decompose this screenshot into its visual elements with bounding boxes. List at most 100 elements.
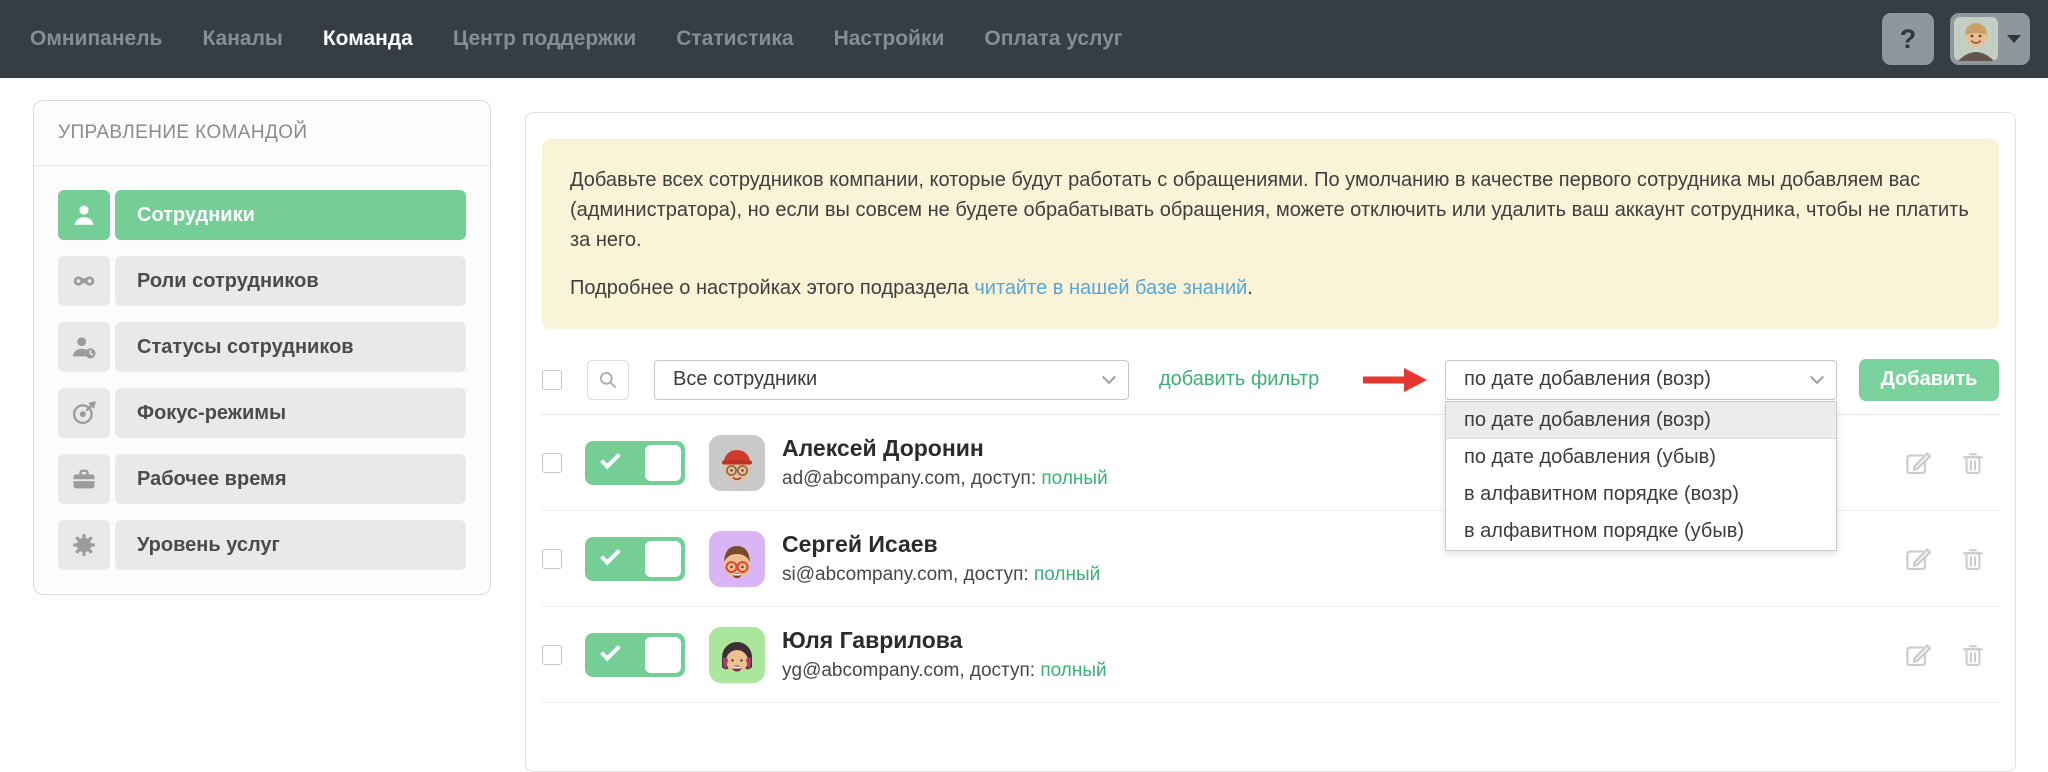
employee-row: Юля Гаврилова yg@abcompany.com, доступ: … bbox=[542, 607, 1999, 703]
chevron-down-icon bbox=[1810, 370, 1824, 384]
list-toolbar: Все сотрудники добавить фильтр по дате д… bbox=[542, 345, 1999, 415]
employees-panel: Добавьте всех сотрудников компании, кото… bbox=[525, 112, 2016, 772]
person-clock-icon bbox=[58, 322, 110, 372]
employee-info: Юля Гаврилова yg@abcompany.com, доступ: … bbox=[782, 627, 1107, 682]
employee-email: si@abcompany.com, доступ: bbox=[782, 564, 1029, 585]
toggle-knob bbox=[645, 637, 681, 673]
sidebar-item-roles[interactable]: Роли сотрудников bbox=[58, 256, 466, 306]
nav-item-channels[interactable]: Каналы bbox=[202, 27, 282, 51]
chevron-down-icon bbox=[1102, 370, 1116, 384]
edit-icon bbox=[1903, 640, 1933, 670]
person-icon bbox=[58, 190, 110, 240]
employee-enabled-toggle[interactable] bbox=[585, 633, 685, 677]
search-button[interactable] bbox=[587, 360, 629, 400]
check-icon bbox=[600, 640, 621, 661]
help-button[interactable]: ? bbox=[1882, 13, 1934, 65]
user-menu[interactable] bbox=[1950, 13, 2030, 65]
search-icon bbox=[598, 370, 618, 390]
edit-icon bbox=[1903, 448, 1933, 478]
sort-select-wrap: по дате добавления (возр) по дате добавл… bbox=[1445, 360, 1837, 400]
sort-select-value: по дате добавления (возр) bbox=[1464, 368, 1711, 391]
user-avatar bbox=[1954, 17, 1998, 61]
trash-icon bbox=[1959, 545, 1987, 573]
row-actions bbox=[1903, 640, 1999, 670]
staff-filter-value: Все сотрудники bbox=[673, 368, 817, 391]
mask-icon bbox=[58, 256, 110, 306]
question-icon: ? bbox=[1900, 24, 1917, 55]
edit-icon bbox=[1903, 544, 1933, 574]
edit-button[interactable] bbox=[1903, 448, 1933, 478]
notice-link-prefix: Подробнее о настройках этого подраздела bbox=[570, 277, 974, 299]
sort-option-date-desc[interactable]: по дате добавления (убыв) bbox=[1446, 439, 1836, 476]
knowledge-base-link[interactable]: читайте в нашей базе знаний bbox=[974, 277, 1247, 299]
sidebar-item-statuses[interactable]: Статусы сотрудников bbox=[58, 322, 466, 372]
nav-item-billing[interactable]: Оплата услуг bbox=[984, 27, 1122, 51]
employee-info: Сергей Исаев si@abcompany.com, доступ: п… bbox=[782, 531, 1100, 586]
sidebar-item-working-hours[interactable]: Рабочее время bbox=[58, 454, 466, 504]
gear-icon bbox=[58, 520, 110, 570]
nav-item-settings[interactable]: Настройки bbox=[834, 27, 945, 51]
check-icon bbox=[600, 544, 621, 565]
employee-meta: si@abcompany.com, доступ: полный bbox=[782, 564, 1100, 586]
row-checkbox[interactable] bbox=[542, 645, 562, 665]
sidebar-header: УПРАВЛЕНИЕ КОМАНДОЙ bbox=[34, 101, 490, 166]
nav-item-team[interactable]: Команда bbox=[323, 27, 413, 51]
employee-access: полный bbox=[1034, 564, 1100, 585]
check-icon bbox=[600, 448, 621, 469]
delete-button[interactable] bbox=[1959, 545, 1987, 573]
employee-name: Сергей Исаев bbox=[782, 531, 1100, 558]
team-management-sidebar: УПРАВЛЕНИЕ КОМАНДОЙ Сотрудники Роли сотр… bbox=[33, 100, 491, 595]
nav-right-group: ? bbox=[1882, 13, 2030, 65]
row-checkbox[interactable] bbox=[542, 549, 562, 569]
trash-icon bbox=[1959, 641, 1987, 669]
employee-info: Алексей Доронин ad@abcompany.com, доступ… bbox=[782, 435, 1108, 490]
sort-dropdown-menu: по дате добавления (возр) по дате добавл… bbox=[1445, 401, 1837, 551]
sidebar-item-label: Сотрудники bbox=[115, 190, 466, 240]
delete-button[interactable] bbox=[1959, 449, 1987, 477]
add-employee-button[interactable]: Добавить bbox=[1859, 359, 1999, 401]
employee-avatar bbox=[709, 531, 765, 587]
row-actions bbox=[1903, 448, 1999, 478]
toggle-knob bbox=[645, 445, 681, 481]
employee-access: полный bbox=[1040, 660, 1106, 681]
row-checkbox[interactable] bbox=[542, 453, 562, 473]
sidebar-list: Сотрудники Роли сотрудников Статусы сотр… bbox=[34, 166, 490, 594]
sort-option-alpha-desc[interactable]: в алфавитном порядке (убыв) bbox=[1446, 513, 1836, 550]
sidebar-item-label: Уровень услуг bbox=[115, 520, 466, 570]
edit-button[interactable] bbox=[1903, 640, 1933, 670]
sidebar-item-focus-modes[interactable]: Фокус-режимы bbox=[58, 388, 466, 438]
employee-avatar bbox=[709, 435, 765, 491]
nav-item-support-center[interactable]: Центр поддержки bbox=[453, 27, 636, 51]
staff-filter-select[interactable]: Все сотрудники bbox=[654, 360, 1129, 400]
row-actions bbox=[1903, 544, 1999, 574]
chevron-down-icon bbox=[2007, 35, 2021, 43]
toggle-knob bbox=[645, 541, 681, 577]
edit-button[interactable] bbox=[1903, 544, 1933, 574]
add-filter-link[interactable]: добавить фильтр bbox=[1159, 368, 1319, 391]
nav-item-omnipanel[interactable]: Омнипанель bbox=[30, 27, 162, 51]
target-icon bbox=[58, 388, 110, 438]
select-all-checkbox[interactable] bbox=[542, 370, 562, 390]
employee-meta: yg@abcompany.com, доступ: полный bbox=[782, 660, 1107, 682]
arrow-right-icon bbox=[1361, 367, 1427, 393]
employee-name: Юля Гаврилова bbox=[782, 627, 1107, 654]
sort-option-date-asc[interactable]: по дате добавления (возр) bbox=[1446, 402, 1836, 439]
delete-button[interactable] bbox=[1959, 641, 1987, 669]
sidebar-item-label: Статусы сотрудников bbox=[115, 322, 466, 372]
sidebar-item-label: Фокус-режимы bbox=[115, 388, 466, 438]
briefcase-icon bbox=[58, 454, 110, 504]
nav-item-statistics[interactable]: Статистика bbox=[676, 27, 793, 51]
top-navigation: Омнипанель Каналы Команда Центр поддержк… bbox=[0, 0, 2048, 78]
employee-email: ad@abcompany.com, доступ: bbox=[782, 468, 1036, 489]
sidebar-item-label: Рабочее время bbox=[115, 454, 466, 504]
sidebar-item-service-level[interactable]: Уровень услуг bbox=[58, 520, 466, 570]
employee-name: Алексей Доронин bbox=[782, 435, 1108, 462]
employee-enabled-toggle[interactable] bbox=[585, 537, 685, 581]
sidebar-item-employees[interactable]: Сотрудники bbox=[58, 190, 466, 240]
sort-select[interactable]: по дате добавления (возр) bbox=[1445, 360, 1837, 400]
notice-link-suffix: . bbox=[1247, 277, 1253, 299]
sort-option-alpha-asc[interactable]: в алфавитном порядке (возр) bbox=[1446, 476, 1836, 513]
employee-email: yg@abcompany.com, доступ: bbox=[782, 660, 1035, 681]
employee-enabled-toggle[interactable] bbox=[585, 441, 685, 485]
trash-icon bbox=[1959, 449, 1987, 477]
